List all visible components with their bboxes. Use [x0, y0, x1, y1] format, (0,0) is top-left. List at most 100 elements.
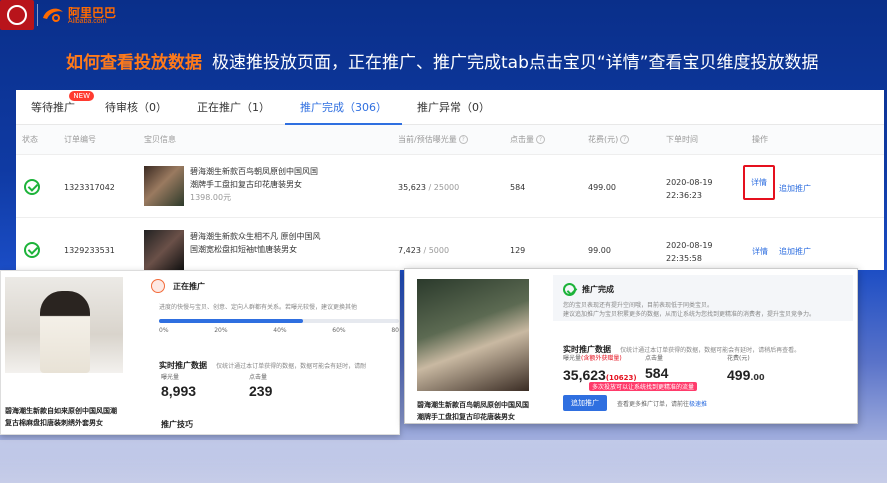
- tab-label: 待审核（0）: [105, 101, 167, 114]
- click-number: 239: [249, 383, 273, 399]
- seal-icon: [7, 5, 27, 25]
- tab-completed[interactable]: 推广完成（306）: [285, 90, 402, 125]
- product-title-line: 国潮宽松盘扣短袖t恤唐装男女: [190, 245, 298, 254]
- product-thumbnail[interactable]: [144, 230, 184, 270]
- exposure-bonus: (10623): [605, 374, 637, 382]
- table-row: 1323317042 碧海潮生新款百鸟朝凤原创中国风国 潮牌手工盘扣复古印花唐装…: [16, 155, 884, 218]
- tick-label: 20%: [214, 327, 228, 334]
- order-id: 1329233531: [64, 246, 115, 255]
- exposure-current: 35,623: [398, 183, 426, 192]
- cost-label: 花费(元): [727, 355, 750, 362]
- completed-status-box: 推广完成 您的宝贝表现还有提升空间哦，目前表现低于同类宝贝。 建议追加推广为宝贝…: [553, 275, 853, 321]
- tab-promoting[interactable]: 正在推广（1）: [182, 90, 285, 124]
- tips-title: 推广技巧: [161, 420, 193, 429]
- progress-ticks: 0% 20% 40% 60% 80: [159, 327, 399, 334]
- exposure-current: 7,423: [398, 246, 421, 255]
- product-photo: [5, 277, 123, 373]
- brand-seal-logo: [0, 0, 34, 30]
- realtime-header: 实时推广数据 仅统计通过本订单获得的数据，数据可能会有延时，请耐: [159, 353, 366, 372]
- status-header: 推广完成: [563, 283, 614, 296]
- progress-fill: [159, 319, 303, 323]
- product-thumbnail[interactable]: [144, 166, 184, 206]
- cost-value: 99.00: [588, 246, 611, 255]
- status-header: 正在推广: [151, 279, 205, 293]
- add-promotion-link[interactable]: 追加推广: [779, 183, 811, 194]
- clicks-value: 584: [510, 183, 526, 192]
- product-price: 1398.00元: [190, 193, 232, 202]
- cost-number: 499.00: [727, 365, 765, 384]
- tab-waiting[interactable]: 等待推广 NEW: [16, 90, 94, 124]
- product-title[interactable]: 碧海潮生新款众生相不凡 原创中国风 国潮宽松盘扣短袖t恤唐装男女: [190, 230, 330, 256]
- col-exposure: 当前/预估曝光量?: [398, 125, 468, 155]
- cost-value: 499.00: [588, 183, 616, 192]
- col-exposure-label: 当前/预估曝光量: [398, 135, 457, 144]
- cost-decimal: .00: [750, 373, 765, 382]
- tick-label: 40%: [273, 327, 287, 334]
- add-promotion-link[interactable]: 追加推广: [779, 246, 811, 257]
- progress-bar: [159, 319, 399, 323]
- cost-integer: 499: [727, 367, 751, 383]
- caption-line: 碧海潮生新款自如来原创中国风国潮: [5, 407, 117, 415]
- tab-abnormal[interactable]: 推广异常（0）: [402, 90, 505, 124]
- caption-line: 潮牌手工盘扣复古印花唐装男女: [417, 413, 515, 421]
- tick-label: 0%: [159, 327, 169, 334]
- col-order: 订单编号: [64, 135, 96, 144]
- help-icon[interactable]: ?: [620, 135, 630, 144]
- exposure-number: 8,993: [161, 383, 197, 399]
- exposure-estimate: / 5000: [423, 246, 450, 255]
- col-item: 宝贝信息: [144, 135, 176, 144]
- promoting-status-icon: [151, 279, 165, 293]
- click-label: 点击量: [249, 374, 268, 381]
- status-tabs: 等待推广 NEW 待审核（0） 正在推广（1） 推广完成（306） 推广异常（0）: [16, 90, 884, 125]
- table-header: 状态 订单编号 宝贝信息 当前/预估曝光量? 点击量? 花费(元)? 下单时间 …: [16, 125, 884, 155]
- promoting-info: 正在推广 进度的快慢与宝贝、创意、定向人群都有关系。若曝光较慢，建议更换其他 0…: [151, 271, 399, 434]
- headline-highlight: 如何查看投放数据: [66, 53, 202, 73]
- tick-label: 80: [391, 327, 399, 334]
- exposure-estimate: / 25000: [428, 183, 460, 192]
- help-icon[interactable]: ?: [536, 135, 545, 144]
- order-time: 2020-08-19 22:35:58: [666, 239, 713, 265]
- click-number: 584: [645, 365, 669, 381]
- product-title-line: 碧海潮生新款百鸟朝凤原创中国风国: [190, 167, 318, 176]
- add-promotion-button[interactable]: 追加推广: [563, 395, 607, 411]
- detail-link[interactable]: 详情: [752, 246, 768, 257]
- more-orders-text: 查看更多推广订单，请前往: [617, 401, 690, 408]
- col-clicks: 点击量?: [510, 125, 545, 155]
- col-cost-label: 花费(元): [588, 135, 619, 144]
- help-icon[interactable]: ?: [458, 135, 468, 144]
- col-clicks-label: 点击量: [510, 135, 534, 144]
- product-title-line: 潮牌手工盘扣复古印花唐装男女: [190, 180, 302, 189]
- status-title: 推广完成: [582, 285, 614, 294]
- col-time: 下单时间: [666, 135, 698, 144]
- exposure-value: 7,423 / 5000: [398, 246, 449, 255]
- exposure-label-text: 曝光量: [563, 355, 582, 362]
- bonus-tooltip: 多次投放可以让系统找到更精准的流量: [589, 382, 698, 391]
- order-id: 1323317042: [64, 183, 115, 192]
- status-title: 正在推广: [173, 281, 205, 291]
- product-caption: 碧海潮生新款百鸟朝凤原创中国风国 潮牌手工盘扣复古印花唐装男女: [417, 399, 529, 423]
- product-title[interactable]: 碧海潮生新款百鸟朝凤原创中国风国 潮牌手工盘扣复古印花唐装男女 1398.00元: [190, 165, 330, 204]
- alibaba-domain: Alibaba.com: [68, 18, 107, 25]
- tab-label: 等待推广: [31, 101, 75, 114]
- exposure-extra-note: (含额外获赠量): [581, 355, 622, 362]
- exposure-value: 35,623 / 25000: [398, 183, 459, 192]
- reflection-overlay: [0, 440, 887, 483]
- click-label: 点击量: [645, 355, 664, 362]
- detail-link[interactable]: 详情: [751, 178, 767, 187]
- status-desc: 您的宝贝表现还有提升空间哦，目前表现低于同类宝贝。: [563, 302, 714, 309]
- tab-label: 推广异常（0）: [417, 101, 490, 114]
- page-headline: 如何查看投放数据 极速推投放页面，正在推广、推广完成tab点击宝贝“详情”查看宝贝…: [66, 48, 819, 73]
- status-desc: 进度的快慢与宝贝、创意、定向人群都有关系。若曝光较慢，建议更换其他: [159, 304, 358, 311]
- product-caption: 碧海潮生新款自如来原创中国风国潮 复古棉麻盘扣唐装刺绣外套男女: [5, 405, 117, 429]
- success-check-icon: [24, 179, 40, 195]
- success-check-icon: [24, 242, 40, 258]
- order-time: 2020-08-19 22:36:23: [666, 176, 713, 202]
- exposure-label: 曝光量: [161, 374, 180, 381]
- jisu-tui-link[interactable]: 极速推: [689, 401, 707, 408]
- headline-text: 极速推投放页面，正在推广、推广完成tab点击宝贝“详情”查看宝贝维度投放数据: [212, 53, 819, 73]
- more-orders: 查看更多推广订单，请前往极速推: [617, 399, 707, 408]
- col-status: 状态: [22, 135, 38, 144]
- order-table-panel: 等待推广 NEW 待审核（0） 正在推广（1） 推广完成（306） 推广异常（0）…: [16, 90, 884, 270]
- exposure-label: 曝光量(含额外获赠量): [563, 353, 622, 362]
- tab-reviewing[interactable]: 待审核（0）: [90, 90, 182, 124]
